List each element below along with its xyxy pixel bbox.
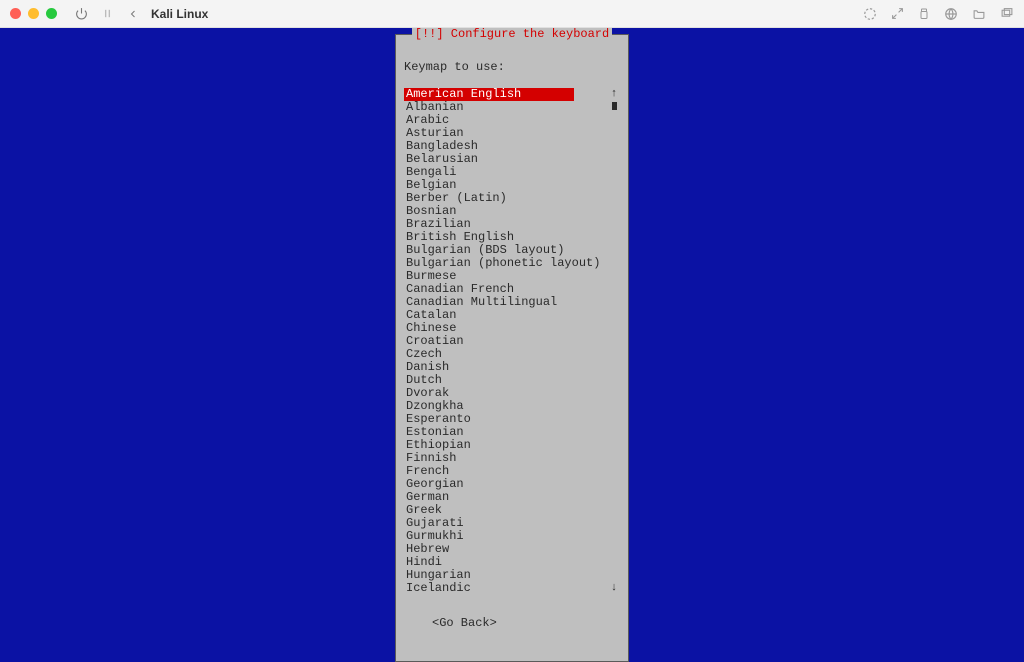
go-back-button[interactable]: <Go Back> xyxy=(404,617,620,630)
window-titlebar: Kali Linux xyxy=(0,0,1024,28)
installer-dialog: [!!] Configure the keyboard Keymap to us… xyxy=(395,34,629,662)
dialog-title: [!!] Configure the keyboard xyxy=(412,28,612,41)
windows-icon[interactable] xyxy=(1000,7,1014,20)
keymap-list[interactable]: American EnglishAlbanianArabicAsturianBa… xyxy=(404,88,608,595)
window-title: Kali Linux xyxy=(151,7,208,21)
vm-screen: [!!] Configure the keyboard Keymap to us… xyxy=(0,28,1024,662)
pause-icon[interactable] xyxy=(102,8,113,19)
globe-icon[interactable] xyxy=(944,7,958,21)
usb-icon[interactable] xyxy=(918,7,930,21)
maximize-window-button[interactable] xyxy=(46,8,57,19)
power-icon[interactable] xyxy=(75,7,88,20)
minimize-window-button[interactable] xyxy=(28,8,39,19)
prompt-label: Keymap to use: xyxy=(404,61,620,74)
scrollbar[interactable]: ↑ ↓ xyxy=(608,88,620,595)
back-icon[interactable] xyxy=(127,8,139,20)
scroll-up-arrow-icon[interactable]: ↑ xyxy=(611,88,618,101)
keymap-item[interactable]: Icelandic xyxy=(404,582,608,595)
traffic-lights xyxy=(10,8,57,19)
close-window-button[interactable] xyxy=(10,8,21,19)
scroll-down-arrow-icon[interactable]: ↓ xyxy=(611,582,618,595)
expand-icon[interactable] xyxy=(891,7,904,20)
loading-icon[interactable] xyxy=(863,7,877,21)
folder-icon[interactable] xyxy=(972,7,986,20)
scroll-thumb[interactable] xyxy=(612,102,617,110)
